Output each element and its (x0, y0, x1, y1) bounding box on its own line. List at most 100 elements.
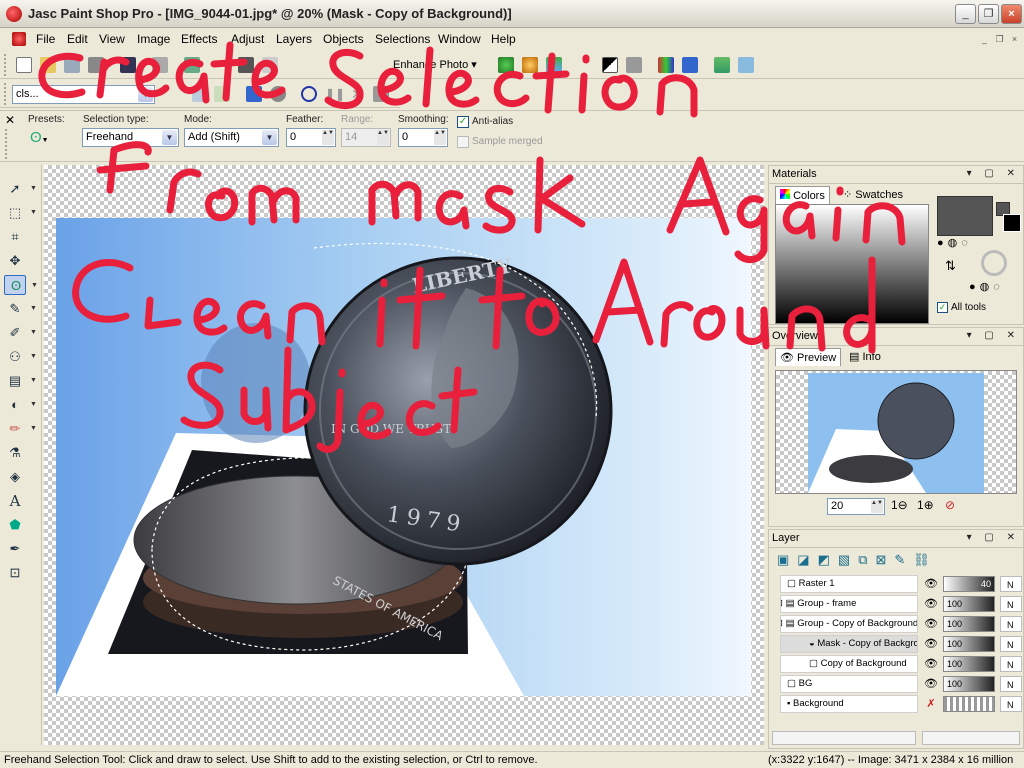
app-icon[interactable] (6, 6, 22, 22)
selection-tool[interactable]: ⬚ ▼ (4, 203, 37, 223)
text-tool[interactable]: A (4, 491, 26, 511)
menu-edit[interactable]: Edit (67, 32, 88, 46)
one-step-photo-fix-button[interactable] (496, 55, 516, 75)
color-picker-area[interactable] (775, 204, 929, 324)
menu-selections[interactable]: Selections (375, 32, 430, 46)
preview-thumbnail[interactable] (775, 370, 1017, 494)
tab-preview[interactable]: 👁 Preview (775, 348, 841, 366)
dropper-tool[interactable]: ✎ ▼ (4, 299, 37, 319)
material-style-buttons[interactable]: ●◍◌ (937, 236, 993, 252)
mode-select[interactable]: Add (Shift) ▼ (184, 128, 279, 147)
browse-button[interactable] (62, 55, 82, 75)
move-tool[interactable]: ✥ (4, 251, 26, 271)
layer-row[interactable]: ⊞ ▤ Group - frame (780, 595, 918, 613)
toolbar-gripper[interactable] (4, 54, 8, 76)
panel-window-buttons[interactable]: ▾ ▢ ✕ (967, 532, 1020, 543)
tab-info[interactable]: ▤ Info (845, 348, 885, 365)
mdi-restore-button[interactable]: ❐ (993, 33, 1006, 45)
texture-buttons[interactable]: ●◍◌ (969, 280, 1004, 293)
zoom-field[interactable]: 20 ▲▼ (827, 498, 885, 515)
script-select[interactable]: cls... ▼ (12, 85, 155, 104)
opacity-slider[interactable]: 100 (943, 676, 995, 692)
panel-window-buttons[interactable]: ▾ ▢ ✕ (967, 168, 1020, 179)
document-icon[interactable] (12, 32, 26, 46)
mdi-close-button[interactable]: × (1008, 33, 1021, 45)
play-script-button[interactable] (244, 84, 264, 104)
maximize-button[interactable]: ❐ (978, 4, 999, 24)
menu-image[interactable]: Image (137, 32, 170, 46)
mdi-minimize-button[interactable]: _ (978, 33, 991, 45)
pause-button[interactable]: ❚❚ (323, 84, 345, 104)
layer-row-selected[interactable]: ◒ Mask - Copy of Background (780, 635, 918, 653)
selection-type-select[interactable]: Freehand ▼ (82, 128, 179, 147)
layer-properties-scrollbar[interactable] (922, 731, 1020, 745)
opacity-slider[interactable]: 100 (943, 656, 995, 672)
new-file-button[interactable] (14, 55, 34, 75)
stop-button[interactable] (371, 84, 391, 104)
layer-row[interactable]: ▪ Background (780, 695, 918, 713)
picture-tube-tool[interactable]: ⚗ (4, 443, 26, 463)
background-color-swatch[interactable] (1003, 214, 1021, 232)
transparent-icon[interactable] (981, 250, 1007, 276)
menu-window[interactable]: Window (438, 32, 481, 46)
run-script-button[interactable] (212, 84, 232, 104)
tab-colors[interactable]: Colors (775, 186, 830, 204)
blend-mode[interactable]: N (1000, 596, 1022, 612)
opacity-slider[interactable]: 100 (943, 596, 995, 612)
eye-icon[interactable]: 👁 (922, 655, 940, 673)
feather-field[interactable]: 0 ▲▼ (286, 128, 336, 147)
menu-objects[interactable]: Objects (323, 32, 364, 46)
flood-fill-tool[interactable]: ◈ (4, 467, 26, 487)
eye-icon[interactable]: 👁 (922, 635, 940, 653)
image-info-button[interactable] (680, 55, 700, 75)
histogram-button[interactable] (656, 55, 676, 75)
preset-shape-tool[interactable]: ⬟ (4, 515, 26, 535)
menu-effects[interactable]: Effects (181, 32, 217, 46)
layer-row[interactable]: ▢ Copy of Background (780, 655, 918, 673)
eye-icon[interactable]: 👁 (922, 595, 940, 613)
all-tools-checkbox[interactable]: ✓ (937, 302, 948, 313)
eye-icon[interactable]: 👁 (922, 575, 940, 593)
record-button[interactable] (268, 84, 288, 104)
save-button[interactable] (118, 55, 138, 75)
menu-file[interactable]: File (36, 32, 55, 46)
menu-adjust[interactable]: Adjust (231, 32, 264, 46)
sharpen-button[interactable] (600, 55, 620, 75)
print-button[interactable] (150, 55, 170, 75)
blend-mode[interactable]: N (1000, 696, 1022, 712)
opacity-slider[interactable]: 40 (943, 576, 995, 592)
loop-button[interactable] (299, 84, 319, 104)
menu-layers[interactable]: Layers (276, 32, 312, 46)
opacity-slider[interactable]: 100 (943, 616, 995, 632)
fade-correction-button[interactable] (624, 55, 644, 75)
panel-window-buttons[interactable]: ▾ ▢ ✕ (967, 330, 1020, 341)
eye-icon[interactable]: 👁 (922, 675, 940, 693)
palette-close-icon[interactable]: ✕ (5, 113, 15, 127)
pen-tool[interactable]: ✒ (4, 539, 26, 559)
photo-button[interactable] (712, 55, 732, 75)
undo-button[interactable] (182, 55, 202, 75)
paint-brush-tool[interactable]: ✐ ▼ (4, 323, 37, 343)
expand-icon[interactable]: ⊞ (781, 598, 783, 609)
close-button[interactable]: × (1001, 4, 1022, 24)
open-file-button[interactable] (38, 55, 58, 75)
freehand-selection-tool[interactable]: ʘ ▼ (4, 275, 38, 295)
zoom-actual-button[interactable]: ⊘ (945, 498, 955, 512)
opacity-slider[interactable]: 100 (943, 636, 995, 652)
presets-button[interactable]: ʘ▼ (30, 129, 60, 149)
eye-icon[interactable]: 👁 (922, 615, 940, 633)
menu-view[interactable]: View (99, 32, 125, 46)
pick-tool[interactable]: ➚ ▼ (4, 179, 37, 199)
toolbar-gripper[interactable] (4, 83, 8, 105)
blend-mode[interactable]: N (1000, 576, 1022, 592)
zoom-in-button[interactable]: 1⊕ (917, 498, 934, 512)
smoothing-field[interactable]: 0 ▲▼ (398, 128, 448, 147)
object-selector-tool[interactable]: ⊡ (4, 563, 26, 583)
zoom-out-button[interactable]: 1⊖ (891, 498, 908, 512)
swap-colors-icon[interactable]: ⇅ (945, 258, 956, 274)
color-balance-button[interactable] (520, 55, 540, 75)
eraser-tool[interactable]: ✏ ▼ (4, 419, 37, 439)
crop-tool[interactable]: ⌗ (4, 227, 26, 247)
spinner-icon[interactable]: ▲▼ (434, 130, 446, 145)
layer-row[interactable]: ▢ BG (780, 675, 918, 693)
